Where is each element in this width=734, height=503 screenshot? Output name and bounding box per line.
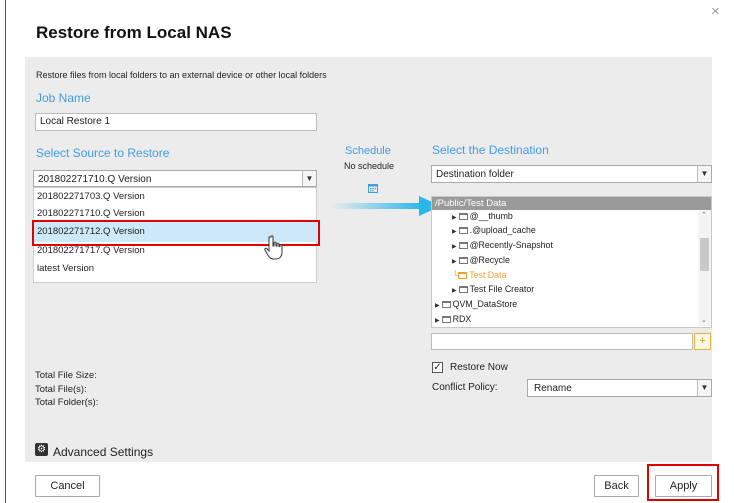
expand-icon[interactable]: ▶ <box>452 244 457 250</box>
folder-icon <box>458 257 468 264</box>
expand-icon[interactable]: ▶ <box>435 318 440 324</box>
tree-item[interactable]: ▶ RDX <box>435 313 471 327</box>
tree-item[interactable]: ▶ @Recently-Snapshot <box>452 239 553 253</box>
advanced-settings-label[interactable]: Advanced Settings <box>53 445 153 459</box>
source-selected-value: 201802271710.Q Version <box>38 174 152 185</box>
tree-item[interactable]: ▶ @__thumb <box>452 210 513 224</box>
dropdown-option[interactable]: latest Version <box>37 260 94 278</box>
apply-button[interactable]: Apply <box>655 475 712 497</box>
expand-icon[interactable]: ▶ <box>452 229 457 235</box>
tree-root-path[interactable]: /Public/Test Data <box>432 197 711 210</box>
total-files-label: Total File(s): <box>35 384 87 395</box>
scroll-up-icon[interactable]: ⌃ <box>701 211 707 219</box>
folder-icon <box>458 213 468 220</box>
folder-icon <box>458 227 468 234</box>
destination-folder-tree[interactable]: /Public/Test Data ▶ @__thumb ▶ .@upload_ca… <box>431 196 712 328</box>
expand-icon[interactable]: ▶ <box>452 259 457 265</box>
tree-item[interactable]: ▶ Test File Creator <box>452 283 534 297</box>
conflict-policy-label: Conflict Policy: <box>432 382 498 393</box>
chevron-down-icon: ▼ <box>302 171 316 186</box>
destination-label: Select the Destination <box>432 143 549 157</box>
tree-item[interactable]: ▶ .@upload_cache <box>452 224 536 238</box>
folder-icon <box>441 316 451 323</box>
dialog-title: Restore from Local NAS <box>36 23 232 42</box>
tree-item-selected[interactable]: └ Test Data <box>452 269 506 281</box>
chevron-down-icon: ▼ <box>697 166 711 182</box>
dialog-left-border <box>5 0 6 503</box>
back-button[interactable]: Back <box>594 475 639 497</box>
total-folders-label: Total Folder(s): <box>35 397 99 408</box>
scroll-down-icon[interactable]: ⌄ <box>701 316 707 324</box>
job-name-input[interactable]: Local Restore 1 <box>35 113 317 131</box>
folder-icon <box>458 286 468 293</box>
restore-now-label: Restore Now <box>450 362 508 373</box>
dropdown-option[interactable]: 201802271703.Q Version <box>37 188 145 206</box>
calendar-icon[interactable] <box>368 183 378 193</box>
restore-now-checkbox[interactable]: ✓ <box>432 362 443 373</box>
tree-scrollbar-thumb[interactable] <box>700 238 709 271</box>
tree-item[interactable]: ▶ @Recycle <box>452 254 510 268</box>
expand-icon[interactable]: ▶ <box>435 303 440 309</box>
cancel-button[interactable]: Cancel <box>35 475 100 497</box>
source-label: Select Source to Restore <box>36 146 170 160</box>
expand-icon[interactable]: ▶ <box>452 288 457 294</box>
conflict-policy-select[interactable]: Rename ▼ <box>527 379 712 397</box>
folder-icon <box>441 301 451 308</box>
tree-item[interactable]: ▶ QVM_DataStore <box>435 298 517 312</box>
chevron-down-icon: ▼ <box>697 380 711 396</box>
gear-icon[interactable]: ⚙ <box>35 443 48 456</box>
destination-type-value: Destination folder <box>436 169 514 180</box>
total-file-size-label: Total File Size: <box>35 370 97 381</box>
close-button[interactable]: × <box>711 4 720 19</box>
destination-path-input[interactable] <box>431 333 693 350</box>
dialog-description: Restore files from local folders to an e… <box>36 70 327 80</box>
source-version-select[interactable]: 201802271710.Q Version ▼ <box>33 170 317 187</box>
add-folder-icon[interactable]: + <box>694 333 711 350</box>
hand-pointer-icon <box>264 235 283 260</box>
destination-type-select[interactable]: Destination folder ▼ <box>431 165 712 183</box>
folder-icon <box>458 242 468 249</box>
schedule-value: No schedule <box>344 161 395 171</box>
restore-direction-arrow <box>331 196 441 216</box>
job-name-label: Job Name <box>36 91 91 105</box>
conflict-policy-value: Rename <box>534 383 572 394</box>
expand-icon[interactable]: ▶ <box>452 215 457 221</box>
folder-icon <box>458 272 468 279</box>
schedule-label[interactable]: Schedule <box>345 145 391 157</box>
